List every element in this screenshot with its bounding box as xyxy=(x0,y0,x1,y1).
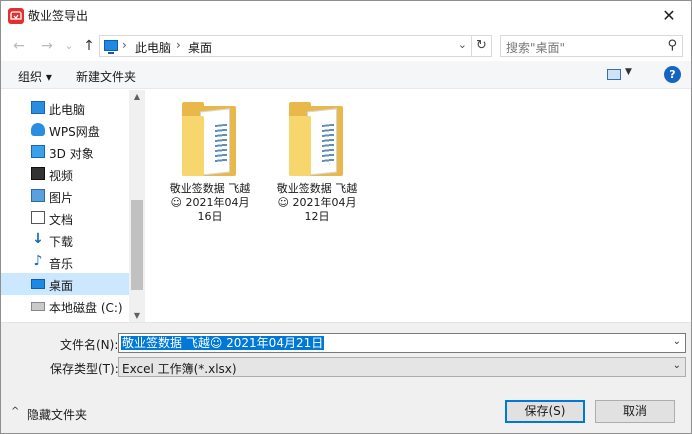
sidebar-item-3d-objects[interactable]: 3D 对象 xyxy=(1,141,129,163)
filename-label: 文件名(N): xyxy=(60,338,119,352)
sidebar-item-pictures[interactable]: 图片 xyxy=(1,185,129,207)
filename-field[interactable]: 敬业签数据 飞越☺ 2021年04月21日 ⌄ xyxy=(118,333,686,353)
sidebar-item-videos[interactable]: 视频 xyxy=(1,163,129,185)
file-name-line: 敬业签数据 飞越 xyxy=(276,182,358,195)
download-icon: ↓ xyxy=(32,231,44,247)
file-name-line: ☺ 2021年04月 xyxy=(277,196,357,209)
breadcrumb-this-pc[interactable]: 此电脑 xyxy=(135,39,171,56)
sidebar-item-label: 视频 xyxy=(49,169,74,183)
breadcrumb-separator: › xyxy=(122,38,127,52)
save-dialog: 敬业签导出 ✕ ← → ⌄ ↑ › 此电脑 › 桌面 ⌄ ↻ 搜索"桌面" ⚲ … xyxy=(0,0,692,434)
save-options-panel: 文件名(N): 敬业签数据 飞越☺ 2021年04月21日 ⌄ 保存类型(T):… xyxy=(1,322,691,433)
navigation-bar: ← → ⌄ ↑ › 此电脑 › 桌面 ⌄ ↻ 搜索"桌面" ⚲ xyxy=(1,31,691,61)
drive-icon xyxy=(31,302,45,311)
folder-icon xyxy=(289,102,345,178)
sidebar-item-downloads[interactable]: ↓ 下载 xyxy=(1,229,129,251)
toolbar: 组织 ▾ 新建文件夹 ▼ ? xyxy=(1,61,691,89)
close-button[interactable]: ✕ xyxy=(647,1,691,31)
scroll-up-icon[interactable]: ▲ xyxy=(129,92,145,101)
organize-menu[interactable]: 组织 ▾ xyxy=(18,68,52,85)
refresh-button[interactable]: ↻ xyxy=(472,35,492,57)
title-bar: 敬业签导出 ✕ xyxy=(1,1,691,31)
recent-locations-button[interactable]: ⌄ xyxy=(59,36,79,56)
sidebar-item-label: 下载 xyxy=(49,235,74,249)
desktop-icon xyxy=(31,279,45,289)
sidebar-item-wps-drive[interactable]: WPS网盘 xyxy=(1,119,129,141)
computer-icon xyxy=(31,101,45,114)
sidebar-item-desktop[interactable]: 桌面 xyxy=(1,273,129,295)
address-bar[interactable]: › 此电脑 › 桌面 ⌄ xyxy=(99,35,472,57)
search-icon[interactable]: ⚲ xyxy=(667,38,677,53)
hide-folders-label: 隐藏文件夹 xyxy=(27,408,88,422)
scroll-down-icon[interactable]: ▼ xyxy=(129,311,145,320)
search-input[interactable]: 搜索"桌面" ⚲ xyxy=(500,35,683,57)
file-name: 敬业签数据 飞越 ☺ 2021年04月 12日 xyxy=(269,182,365,224)
breadcrumb-desktop[interactable]: 桌面 xyxy=(188,39,212,56)
cloud-icon xyxy=(31,123,45,136)
file-item[interactable]: 敬业签数据 飞越 ☺ 2021年04月 16日 xyxy=(162,102,258,224)
document-icon xyxy=(31,211,45,224)
sidebar-item-local-disk[interactable]: 本地磁盘 (C:) xyxy=(1,295,129,317)
cancel-button[interactable]: 取消 xyxy=(595,400,675,423)
music-icon: ♪ xyxy=(33,253,43,269)
view-options-icon[interactable] xyxy=(607,69,621,80)
search-placeholder: 搜索"桌面" xyxy=(506,41,566,55)
file-name-line: ☺ 2021年04月 xyxy=(170,196,250,209)
sidebar-item-label: WPS网盘 xyxy=(49,125,100,139)
navigation-pane: 此电脑 WPS网盘 3D 对象 视频 图片 文档 ↓ 下载 ♪ 音乐 桌面 本地… xyxy=(1,90,145,322)
chevron-down-icon[interactable]: ⌄ xyxy=(673,336,681,347)
filetype-select[interactable]: Excel 工作簿(*.xlsx) ⌄ xyxy=(118,357,686,377)
file-name: 敬业签数据 飞越 ☺ 2021年04月 16日 xyxy=(162,182,258,224)
sidebar-item-label: 此电脑 xyxy=(49,103,86,117)
app-logo-icon xyxy=(8,8,24,24)
picture-icon xyxy=(31,189,45,202)
scrollbar-thumb[interactable] xyxy=(131,200,143,290)
file-name-line: 12日 xyxy=(304,210,330,223)
video-icon xyxy=(31,167,45,180)
sidebar-item-music[interactable]: ♪ 音乐 xyxy=(1,251,129,273)
sidebar-scrollbar[interactable]: ▲ ▼ xyxy=(129,90,145,322)
sidebar-item-label: 3D 对象 xyxy=(49,147,94,161)
cube-icon xyxy=(31,145,45,158)
help-icon[interactable]: ? xyxy=(664,66,681,83)
chevron-up-icon: ^ xyxy=(11,406,20,417)
file-name-line: 敬业签数据 飞越 xyxy=(169,182,251,195)
folder-icon xyxy=(182,102,238,178)
filetype-label: 保存类型(T): xyxy=(50,362,119,376)
forward-button[interactable]: → xyxy=(37,36,57,56)
back-button[interactable]: ← xyxy=(9,36,29,56)
chevron-down-icon[interactable]: ▼ xyxy=(625,67,632,77)
save-button[interactable]: 保存(S) xyxy=(505,400,585,423)
breadcrumb-separator: › xyxy=(176,38,181,52)
sidebar-item-label: 桌面 xyxy=(49,279,74,293)
window-title: 敬业签导出 xyxy=(28,9,89,23)
sidebar-item-label: 图片 xyxy=(49,191,74,205)
computer-icon xyxy=(104,40,118,54)
sidebar-item-label: 音乐 xyxy=(49,257,74,271)
file-name-line: 16日 xyxy=(197,210,223,223)
sidebar-item-this-pc[interactable]: 此电脑 xyxy=(1,97,129,119)
chevron-down-icon[interactable]: ⌄ xyxy=(673,360,681,371)
sidebar-item-label: 本地磁盘 (C:) xyxy=(49,301,123,315)
file-list: 敬业签数据 飞越 ☺ 2021年04月 16日 敬业签数据 飞越 ☺ 2021年… xyxy=(145,90,691,322)
filename-value: 敬业签数据 飞越☺ 2021年04月21日 xyxy=(121,336,325,350)
filetype-value: Excel 工作簿(*.xlsx) xyxy=(122,362,237,376)
chevron-down-icon[interactable]: ⌄ xyxy=(458,38,467,51)
sidebar-item-label: 文档 xyxy=(49,213,74,227)
new-folder-button[interactable]: 新建文件夹 xyxy=(76,68,136,85)
file-item[interactable]: 敬业签数据 飞越 ☺ 2021年04月 12日 xyxy=(269,102,365,224)
up-button[interactable]: ↑ xyxy=(79,36,99,56)
sidebar-item-documents[interactable]: 文档 xyxy=(1,207,129,229)
